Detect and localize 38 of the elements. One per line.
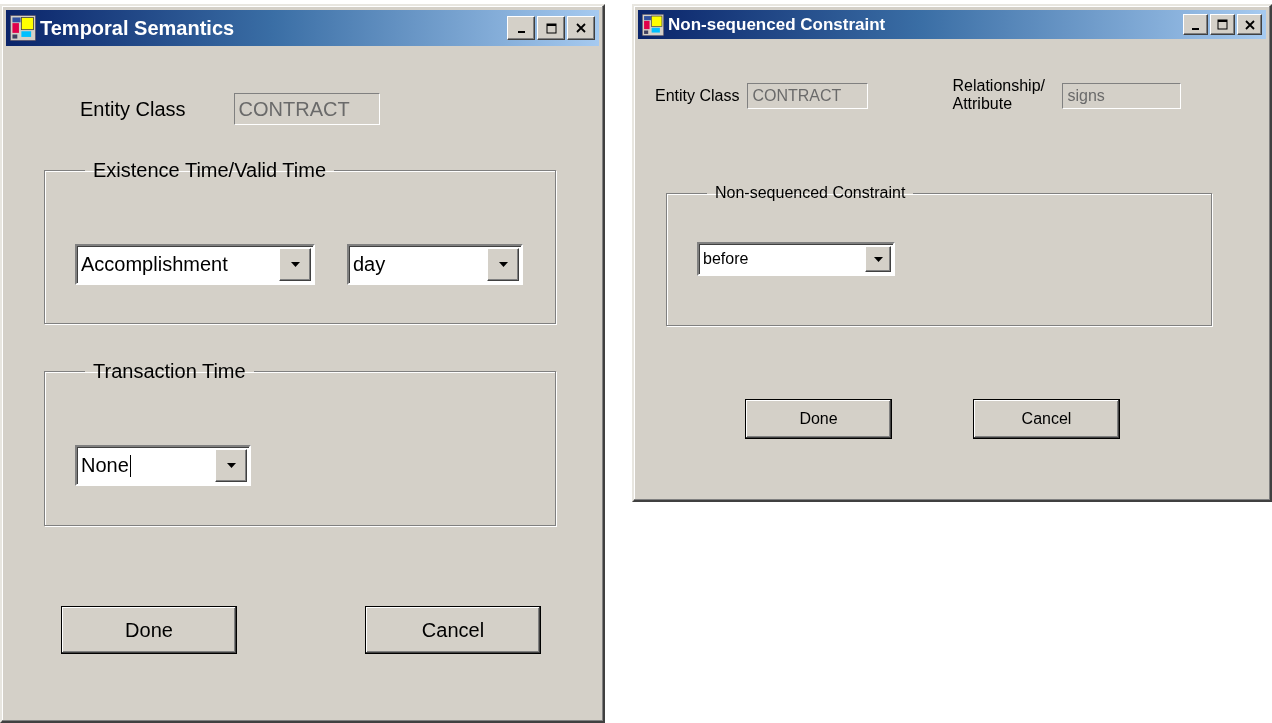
maximize-icon (545, 22, 557, 34)
done-button[interactable]: Done (61, 606, 237, 654)
group-title: Non-sequenced Constraint (714, 184, 907, 203)
dropdown-button[interactable] (279, 248, 311, 281)
close-button[interactable] (567, 16, 595, 40)
caret-icon (498, 262, 508, 267)
caret-icon (290, 262, 300, 267)
field-label: Relationship/ Attribute (952, 77, 1046, 113)
field-label: Entity Class (655, 86, 740, 105)
dropdown-button[interactable] (487, 248, 519, 281)
caret-icon (226, 463, 236, 468)
cancel-button[interactable]: Cancel (365, 606, 541, 654)
maximize-button[interactable] (537, 16, 565, 40)
app-icon (642, 13, 664, 36)
close-button[interactable] (1237, 14, 1262, 35)
dropdown[interactable]: day (347, 244, 523, 285)
field-label: Entity Class (80, 97, 186, 121)
window-title: Non-sequenced Constraint (668, 14, 887, 35)
minimize-icon (1192, 27, 1199, 30)
maximize-icon (1217, 19, 1228, 30)
group-title: Transaction Time (92, 360, 247, 383)
group-title: Existence Time/Valid Time (92, 159, 328, 182)
dropdown-button[interactable] (865, 246, 891, 273)
dropdown[interactable]: Accomplishment (75, 244, 315, 285)
dropdown[interactable]: None (75, 445, 251, 486)
minimize-button[interactable] (1183, 14, 1208, 35)
minimize-button[interactable] (507, 16, 535, 40)
close-icon (576, 23, 586, 33)
dropdown[interactable]: before (697, 242, 895, 277)
dropdown-button[interactable] (215, 449, 247, 482)
cancel-button[interactable]: Cancel (973, 399, 1120, 440)
app-icon (10, 15, 36, 41)
minimize-icon (517, 31, 525, 33)
caret-icon (873, 256, 883, 262)
close-icon (1244, 19, 1255, 30)
done-button[interactable]: Done (745, 399, 892, 440)
maximize-button[interactable] (1210, 14, 1235, 35)
window-title: Temporal Semantics (40, 16, 236, 40)
